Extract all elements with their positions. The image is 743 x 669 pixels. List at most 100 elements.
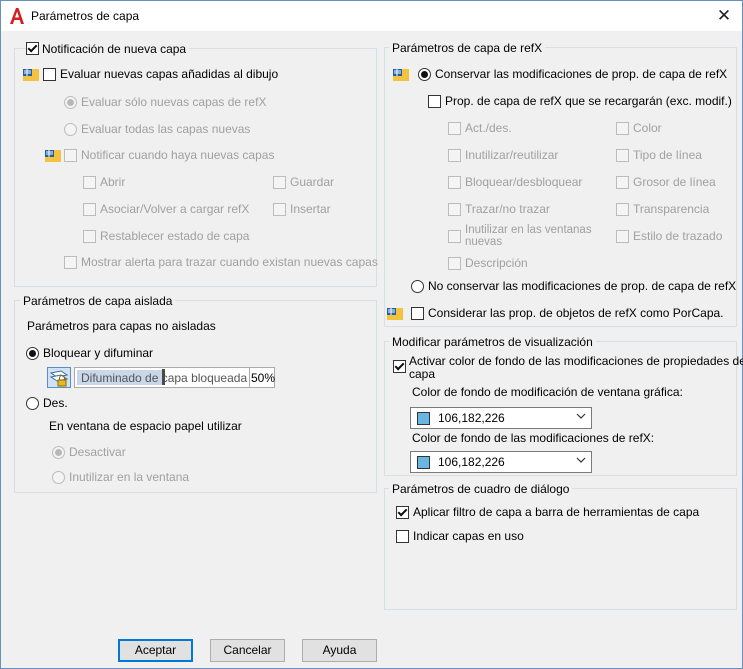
color-label: Color bbox=[633, 121, 662, 135]
eval-all-label: Evaluar todas las capas nuevas bbox=[81, 122, 251, 136]
indicate-in-use-checkbox[interactable] bbox=[396, 530, 409, 543]
restore-state-label: Restablecer estado de capa bbox=[100, 229, 250, 243]
keep-xref-changes-label: Conservar las modificaciones de prop. de… bbox=[435, 67, 728, 81]
keep-xref-changes-radio[interactable] bbox=[418, 68, 431, 81]
lock-fade-radio[interactable] bbox=[26, 347, 39, 360]
onoff-checkbox[interactable] bbox=[448, 122, 461, 135]
freeze-viewport-radio[interactable] bbox=[52, 471, 65, 484]
layer-stack-icon bbox=[45, 150, 61, 162]
evaluate-new-layers-checkbox[interactable] bbox=[43, 68, 56, 81]
xref-bylayer-label: Considerar las prop. de objetos de refX … bbox=[428, 306, 724, 320]
autocad-logo-icon bbox=[10, 8, 24, 24]
xref-bylayer-checkbox[interactable] bbox=[411, 307, 424, 320]
freeze-thaw-checkbox[interactable] bbox=[448, 149, 461, 162]
description-label: Descripción bbox=[465, 256, 528, 270]
lineweight-label: Grosor de línea bbox=[633, 175, 716, 189]
cancel-button[interactable]: Cancelar bbox=[210, 639, 285, 662]
transparency-label: Transparencia bbox=[633, 202, 710, 216]
close-icon[interactable]: ✕ bbox=[713, 5, 735, 27]
new-layer-notification-checkbox[interactable] bbox=[26, 42, 39, 55]
linetype-checkbox[interactable] bbox=[616, 149, 629, 162]
color-checkbox[interactable] bbox=[616, 122, 629, 135]
fade-value-text: 50% bbox=[251, 371, 276, 385]
apply-filter-checkbox[interactable] bbox=[396, 506, 409, 519]
isolate-off-radio[interactable] bbox=[26, 397, 39, 410]
fade-slider-track[interactable]: Difuminado de capa bloqueada bbox=[74, 367, 250, 388]
non-isolated-subtitle: Parámetros para capas no aisladas bbox=[27, 319, 216, 333]
freeze-viewport-label: Inutilizar en la ventana bbox=[69, 470, 190, 484]
description-checkbox[interactable] bbox=[448, 257, 461, 270]
eval-xref-only-label: Evaluar sólo nuevas capas de refX bbox=[81, 95, 267, 109]
eval-xref-only-radio[interactable] bbox=[64, 96, 77, 109]
dont-keep-xref-changes-radio[interactable] bbox=[411, 280, 424, 293]
open-label: Abrir bbox=[100, 175, 126, 189]
lock-fade-label: Bloquear y difuminar bbox=[43, 346, 154, 360]
plot-noplot-checkbox[interactable] bbox=[448, 203, 461, 216]
lineweight-checkbox[interactable] bbox=[616, 176, 629, 189]
vp-freeze-new-label-1: Inutilizar en las ventanas bbox=[465, 224, 592, 236]
display-settings-legend: Modificar parámetros de visualización bbox=[389, 335, 596, 349]
ok-button[interactable]: Aceptar bbox=[118, 639, 193, 662]
viewport-color-value: 106,182,226 bbox=[438, 411, 505, 425]
new-layer-notification-group bbox=[14, 48, 377, 287]
viewport-bg-color-label: Color de fondo de modificación de ventan… bbox=[412, 385, 683, 399]
lock-unlock-label: Bloquear/desbloquear bbox=[465, 175, 583, 189]
reload-props-checkbox[interactable] bbox=[428, 95, 441, 108]
layer-stack-icon bbox=[393, 69, 409, 81]
locked-layer-fade-icon bbox=[47, 367, 71, 388]
plot-noplot-label: Trazar/no trazar bbox=[465, 202, 550, 216]
chevron-down-icon bbox=[576, 457, 586, 463]
xref-bg-color-label: Color de fondo de las modificaciones de … bbox=[412, 431, 655, 445]
viewport-bg-color-dropdown[interactable]: 106,182,226 bbox=[410, 407, 592, 429]
paper-space-label: En ventana de espacio papel utilizar bbox=[49, 419, 242, 433]
apply-filter-label: Aplicar filtro de capa a barra de herram… bbox=[413, 505, 700, 519]
dont-keep-xref-changes-label: No conservar las modificaciones de prop.… bbox=[428, 279, 737, 293]
xref-bg-color-dropdown[interactable]: 106,182,226 bbox=[410, 451, 592, 473]
title-bar[interactable]: Parámetros de capa ✕ bbox=[1, 1, 742, 31]
open-checkbox[interactable] bbox=[83, 176, 96, 189]
override-bg-color-checkbox[interactable] bbox=[393, 360, 406, 373]
attach-reload-checkbox[interactable] bbox=[83, 203, 96, 216]
lock-unlock-checkbox[interactable] bbox=[448, 176, 461, 189]
isolate-settings-legend: Parámetros de capa aislada bbox=[20, 294, 176, 308]
insert-checkbox[interactable] bbox=[273, 203, 286, 216]
dialog-settings-legend: Parámetros de cuadro de diálogo bbox=[389, 482, 573, 496]
vp-freeze-new-checkbox[interactable] bbox=[448, 230, 461, 243]
plotstyle-label: Estilo de trazado bbox=[633, 229, 723, 243]
new-layer-notification-legend: Notificación de nueva capa bbox=[39, 42, 190, 56]
override-bg-color-label-1: Activar color de fondo de las modificaci… bbox=[409, 354, 743, 368]
notify-new-layers-checkbox[interactable] bbox=[64, 149, 77, 162]
attach-reload-label: Asociar/Volver a cargar refX bbox=[100, 202, 250, 216]
fade-value-field[interactable]: 50% bbox=[249, 367, 275, 388]
plotstyle-checkbox[interactable] bbox=[616, 230, 629, 243]
fade-slider-field: Difuminado de capa bloqueada 50% bbox=[47, 367, 275, 388]
chevron-down-icon bbox=[576, 413, 586, 419]
save-label: Guardar bbox=[290, 175, 335, 189]
plot-alert-label: Mostrar alerta para trazar cuando exista… bbox=[81, 255, 378, 269]
freeze-thaw-label: Inutilizar/reutilizar bbox=[465, 148, 559, 162]
evaluate-new-layers-label: Evaluar nuevas capas añadidas al dibujo bbox=[60, 67, 279, 81]
xref-color-swatch bbox=[417, 456, 430, 469]
plot-alert-checkbox[interactable] bbox=[64, 256, 77, 269]
indicate-in-use-label: Indicar capas en uso bbox=[413, 529, 524, 543]
reload-props-label: Prop. de capa de refX que se recargarán … bbox=[445, 94, 732, 108]
fade-slider-thumb[interactable] bbox=[162, 369, 165, 385]
eval-all-radio[interactable] bbox=[64, 123, 77, 136]
layer-stack-icon bbox=[23, 69, 39, 81]
xref-settings-legend: Parámetros de capa de refX bbox=[389, 41, 546, 55]
restore-state-checkbox[interactable] bbox=[83, 230, 96, 243]
notify-new-layers-label: Notificar cuando haya nuevas capas bbox=[81, 148, 275, 162]
deactivate-radio[interactable] bbox=[52, 446, 65, 459]
deactivate-label: Desactivar bbox=[69, 445, 126, 459]
transparency-checkbox[interactable] bbox=[616, 203, 629, 216]
onoff-label: Act./des. bbox=[465, 121, 512, 135]
save-checkbox[interactable] bbox=[273, 176, 286, 189]
override-bg-color-label-2: capa bbox=[409, 367, 436, 381]
help-button[interactable]: Ayuda bbox=[302, 639, 377, 662]
layer-stack-icon bbox=[387, 308, 403, 320]
isolate-off-label: Des. bbox=[43, 396, 68, 410]
insert-label: Insertar bbox=[290, 202, 331, 216]
vp-freeze-new-label-2: nuevas bbox=[465, 236, 503, 248]
layer-settings-dialog: Parámetros de capa ✕ Notificación de nue… bbox=[0, 0, 743, 669]
xref-color-value: 106,182,226 bbox=[438, 455, 505, 469]
